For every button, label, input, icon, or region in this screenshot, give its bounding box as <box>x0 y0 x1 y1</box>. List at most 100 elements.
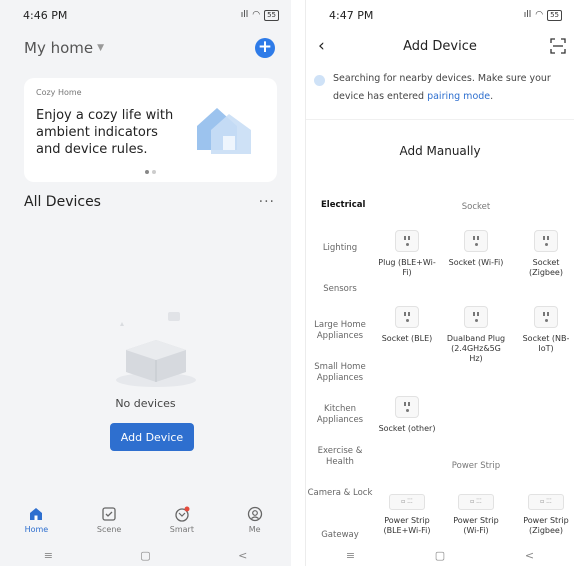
scan-icon[interactable] <box>550 38 566 54</box>
home-icon <box>30 508 43 520</box>
empty-box-icon <box>116 312 196 387</box>
divider <box>306 119 574 120</box>
add-device-screen: 4:47 PM ıll ◠ 55 ‹ Add Device Searching … <box>305 0 574 566</box>
socket-icon <box>395 396 419 418</box>
tab-label: Home <box>24 525 49 534</box>
banner-kicker: Cozy Home <box>36 88 82 97</box>
category-item[interactable]: Large Home Appliances <box>306 320 374 342</box>
device-tile[interactable]: Socket (Zigbee) <box>516 230 574 278</box>
add-device-button[interactable]: Add Device <box>110 423 194 451</box>
pairing-mode-link[interactable]: pairing mode <box>427 91 490 102</box>
screenshot-stage: 4:46 PM ıll ◠ 55 My home ▼ + Cozy Home E… <box>0 0 574 566</box>
device-tile[interactable]: ▫ ⁚⁚⁚ Power Strip (Zigbee) <box>516 494 574 536</box>
page-title: Add Device <box>403 38 477 54</box>
device-label: Dualband Plug (2.4GHz&5G Hz) <box>446 334 506 363</box>
add-plus-button[interactable]: + <box>255 38 275 58</box>
pager-dot <box>152 170 156 174</box>
promo-banner[interactable]: Cozy Home Enjoy a cozy life with ambient… <box>24 78 277 182</box>
tab-label: Me <box>248 525 261 534</box>
power-strip-icon: ▫ ⁚⁚⁚ <box>389 494 425 510</box>
device-label: Power Strip (Wi-Fi) <box>453 516 499 535</box>
empty-state-text: No devices <box>115 397 176 410</box>
device-tile[interactable]: Plug (BLE+Wi-Fi) <box>377 230 437 278</box>
profile-icon <box>247 506 262 522</box>
tab-smart[interactable]: Smart <box>152 506 212 544</box>
back-icon[interactable]: < <box>238 549 247 562</box>
status-icons: ıll ◠ 55 <box>240 9 279 21</box>
home-screen: 4:46 PM ıll ◠ 55 My home ▼ + Cozy Home E… <box>0 0 291 566</box>
home-header: My home ▼ + <box>24 34 275 62</box>
wifi-icon: ◠ <box>535 10 544 20</box>
socket-icon <box>395 230 419 252</box>
searching-indicator-icon <box>314 75 325 86</box>
category-item[interactable]: Lighting <box>306 243 374 254</box>
search-text-end: . <box>490 91 494 102</box>
home-button-icon[interactable]: ▢ <box>140 549 150 562</box>
add-manually-title: Add Manually <box>399 144 481 158</box>
device-tile[interactable]: Socket (NB-IoT) <box>516 306 574 354</box>
socket-icon <box>464 306 488 328</box>
tab-scene[interactable]: Scene <box>79 506 139 544</box>
power-strip-heading: Power Strip <box>451 461 501 471</box>
system-nav-bar: ≡ ▢ < <box>306 544 574 566</box>
searching-text: Searching for nearby devices. Make sure … <box>333 70 568 106</box>
power-strip-icon: ▫ ⁚⁚⁚ <box>458 494 494 510</box>
add-device-header: ‹ Add Device <box>306 32 574 60</box>
section-title: All Devices <box>24 194 101 210</box>
all-devices-header: All Devices ··· <box>24 194 275 210</box>
category-item[interactable]: Sensors <box>306 284 374 295</box>
banner-text: Enjoy a cozy life with ambient indicator… <box>36 108 174 157</box>
socket-icon <box>534 306 558 328</box>
device-tile[interactable]: ▫ ⁚⁚⁚ Power Strip (BLE+Wi-Fi) <box>377 494 437 536</box>
pager-dot-active <box>145 170 149 174</box>
house-illustration-icon <box>197 108 251 154</box>
category-item[interactable]: Electrical <box>306 200 374 211</box>
home-selector[interactable]: My home ▼ <box>24 39 104 57</box>
category-item[interactable]: Kitchen Appliances <box>306 404 374 426</box>
device-label: Socket (NB-IoT) <box>522 334 570 353</box>
device-tile[interactable]: Dualband Plug (2.4GHz&5G Hz) <box>446 306 506 364</box>
tab-home[interactable]: Home <box>6 506 66 544</box>
wifi-icon: ◠ <box>252 10 261 20</box>
tab-me[interactable]: Me <box>225 506 285 544</box>
menu-icon[interactable]: ≡ <box>346 549 355 562</box>
category-item[interactable]: Exercise & Health <box>306 446 374 468</box>
category-item[interactable]: Gateway <box>306 530 374 541</box>
status-time: 4:47 PM <box>329 8 374 22</box>
back-arrow-icon[interactable]: ‹ <box>318 36 325 56</box>
device-label: Socket (BLE) <box>381 334 433 343</box>
device-label: Socket (Zigbee) <box>529 258 563 277</box>
category-item[interactable]: Camera & Lock <box>306 488 374 499</box>
system-nav-bar: ≡ ▢ < <box>0 544 291 566</box>
device-label: Socket (other) <box>378 424 436 433</box>
back-icon[interactable]: < <box>525 549 534 562</box>
battery-icon: 55 <box>264 9 279 21</box>
battery-icon: 55 <box>547 9 562 21</box>
socket-icon <box>464 230 488 252</box>
signal-icon: ıll <box>523 10 532 20</box>
status-icons: ıll ◠ 55 <box>523 9 562 21</box>
tab-label: Scene <box>96 525 122 534</box>
device-tile[interactable]: ▫ ⁚⁚⁚ Power Strip (Wi-Fi) <box>446 494 506 536</box>
device-tile[interactable]: Socket (Wi-Fi) <box>446 230 506 268</box>
more-icon[interactable]: ··· <box>259 194 275 210</box>
power-strip-icon: ▫ ⁚⁚⁚ <box>528 494 564 510</box>
banner-pager <box>24 170 277 174</box>
caret-down-icon: ▼ <box>97 43 105 53</box>
home-button-icon[interactable]: ▢ <box>435 549 445 562</box>
device-label: Socket (Wi-Fi) <box>448 258 504 267</box>
status-bar: 4:47 PM ıll ◠ 55 <box>306 0 574 30</box>
device-tile[interactable]: Socket (other) <box>377 396 437 434</box>
device-label: Power Strip (Zigbee) <box>523 516 569 535</box>
smart-icon <box>175 506 190 522</box>
checkbox-icon <box>102 507 116 521</box>
device-label: Plug (BLE+Wi-Fi) <box>378 258 436 277</box>
status-bar: 4:46 PM ıll ◠ 55 <box>0 0 291 30</box>
category-item[interactable]: Small Home Appliances <box>306 362 374 384</box>
searching-notice: Searching for nearby devices. Make sure … <box>314 70 568 106</box>
device-tile[interactable]: Socket (BLE) <box>377 306 437 344</box>
socket-icon <box>534 230 558 252</box>
home-title: My home <box>24 39 94 57</box>
menu-icon[interactable]: ≡ <box>44 549 53 562</box>
signal-icon: ıll <box>240 10 249 20</box>
